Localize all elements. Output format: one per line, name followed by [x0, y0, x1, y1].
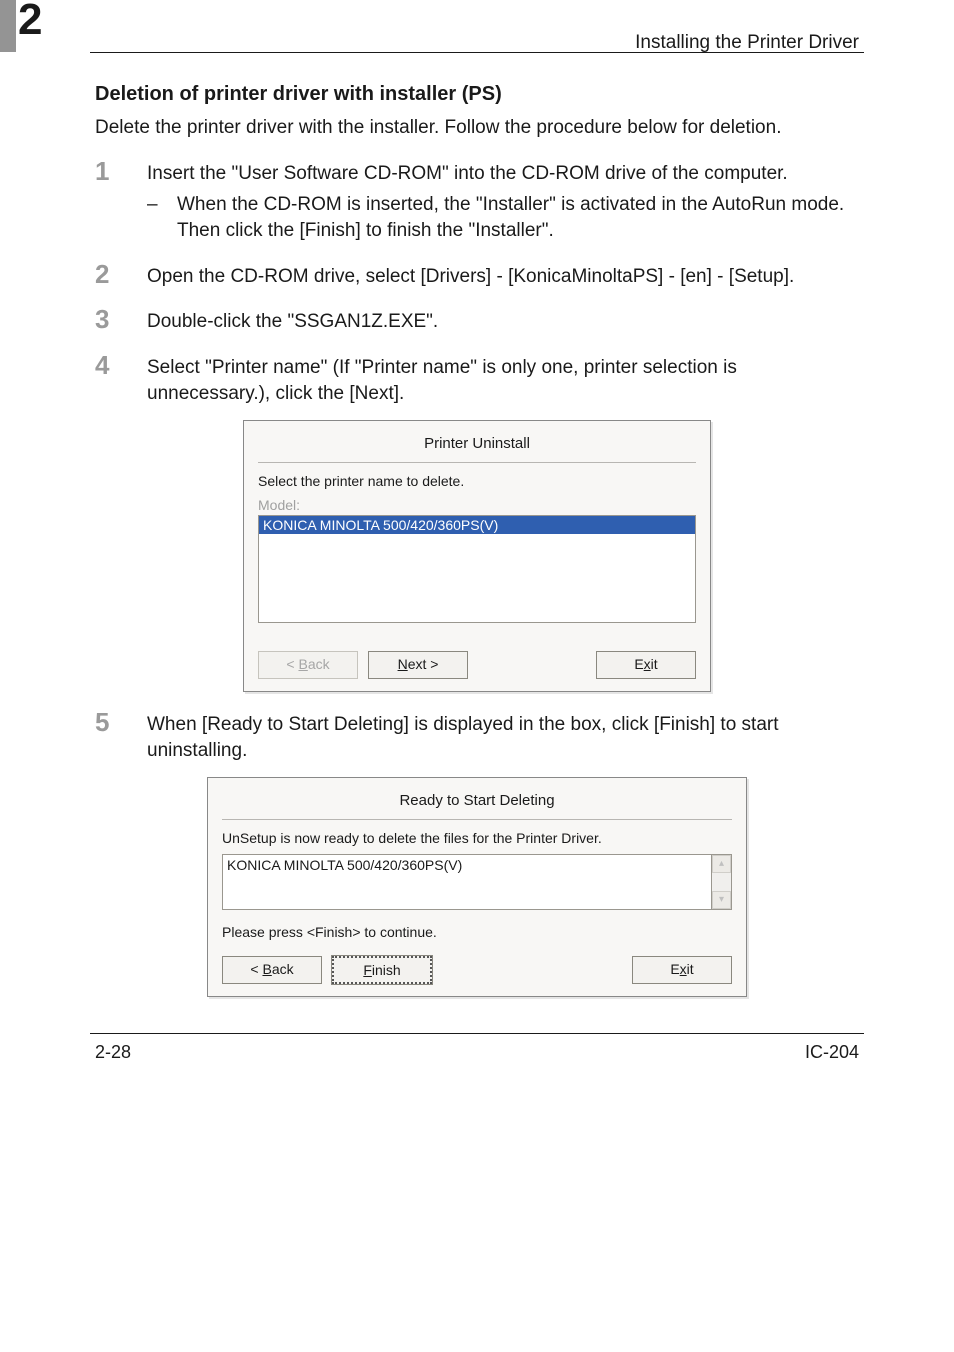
exit-button[interactable]: Exit	[632, 956, 732, 984]
step-number: 4	[95, 352, 125, 406]
files-box-wrap: KONICA MINOLTA 500/420/360PS(V) ▴ ▾	[222, 854, 732, 910]
step-1-sub: – When the CD-ROM is inserted, the "Inst…	[147, 192, 859, 243]
ready-to-delete-dialog: Ready to Start Deleting UnSetup is now r…	[207, 777, 747, 997]
step-text: Insert the "User Software CD-ROM" into t…	[147, 163, 788, 184]
step-text: Select "Printer name" (If "Printer name"…	[147, 355, 859, 406]
scrollbar[interactable]: ▴ ▾	[712, 854, 732, 910]
chapter-number: 2	[18, 0, 42, 45]
step-number: 1	[95, 158, 125, 244]
chapter-tab-bar	[0, 0, 16, 52]
continue-text: Please press <Finish> to continue.	[222, 924, 732, 940]
back-button: < Back	[258, 651, 358, 679]
dialog-divider	[258, 462, 696, 463]
substep-text: When the CD-ROM is inserted, the "Instal…	[177, 192, 859, 243]
step-number: 5	[95, 709, 125, 763]
dialog-title: Ready to Start Deleting	[222, 788, 732, 819]
scroll-up-icon[interactable]: ▴	[712, 855, 731, 873]
next-button[interactable]: Next >	[368, 651, 468, 679]
substep-dash: –	[147, 192, 161, 243]
step-2: 2 Open the CD-ROM drive, select [Drivers…	[95, 264, 859, 290]
back-button[interactable]: < Back	[222, 956, 322, 984]
files-box: KONICA MINOLTA 500/420/360PS(V)	[222, 854, 712, 910]
dialog-divider	[222, 819, 732, 820]
chapter-tab: 2	[0, 0, 48, 52]
section-heading: Deletion of printer driver with installe…	[95, 83, 859, 106]
model-listbox[interactable]: KONICA MINOLTA 500/420/360PS(V)	[258, 515, 696, 623]
finish-button[interactable]: Finish	[332, 956, 432, 984]
dialog-prompt: Select the printer name to delete.	[258, 473, 696, 489]
model-label: Model:	[258, 497, 696, 513]
footer-divider	[90, 1033, 864, 1034]
model-list-item-selected[interactable]: KONICA MINOLTA 500/420/360PS(V)	[259, 516, 695, 534]
dialog-title: Printer Uninstall	[258, 431, 696, 462]
intro-paragraph: Delete the printer driver with the insta…	[95, 116, 859, 141]
step-number: 3	[95, 306, 125, 335]
dialog-prompt: UnSetup is now ready to delete the files…	[222, 830, 732, 846]
step-3: 3 Double-click the "SSGAN1Z.EXE".	[95, 309, 859, 335]
step-text: When [Ready to Start Deleting] is displa…	[147, 712, 859, 763]
step-text: Double-click the "SSGAN1Z.EXE".	[147, 309, 859, 335]
doc-id: IC-204	[805, 1042, 859, 1063]
step-5: 5 When [Ready to Start Deleting] is disp…	[95, 712, 859, 763]
printer-uninstall-dialog: Printer Uninstall Select the printer nam…	[243, 420, 711, 692]
step-4: 4 Select "Printer name" (If "Printer nam…	[95, 355, 859, 406]
scroll-down-icon[interactable]: ▾	[712, 891, 731, 909]
page-number: 2-28	[95, 1042, 131, 1063]
step-number: 2	[95, 261, 125, 290]
exit-button[interactable]: Exit	[596, 651, 696, 679]
running-title: Installing the Printer Driver	[635, 32, 859, 54]
step-text: Open the CD-ROM drive, select [Drivers] …	[147, 264, 859, 290]
step-1: 1 Insert the "User Software CD-ROM" into…	[95, 161, 859, 244]
